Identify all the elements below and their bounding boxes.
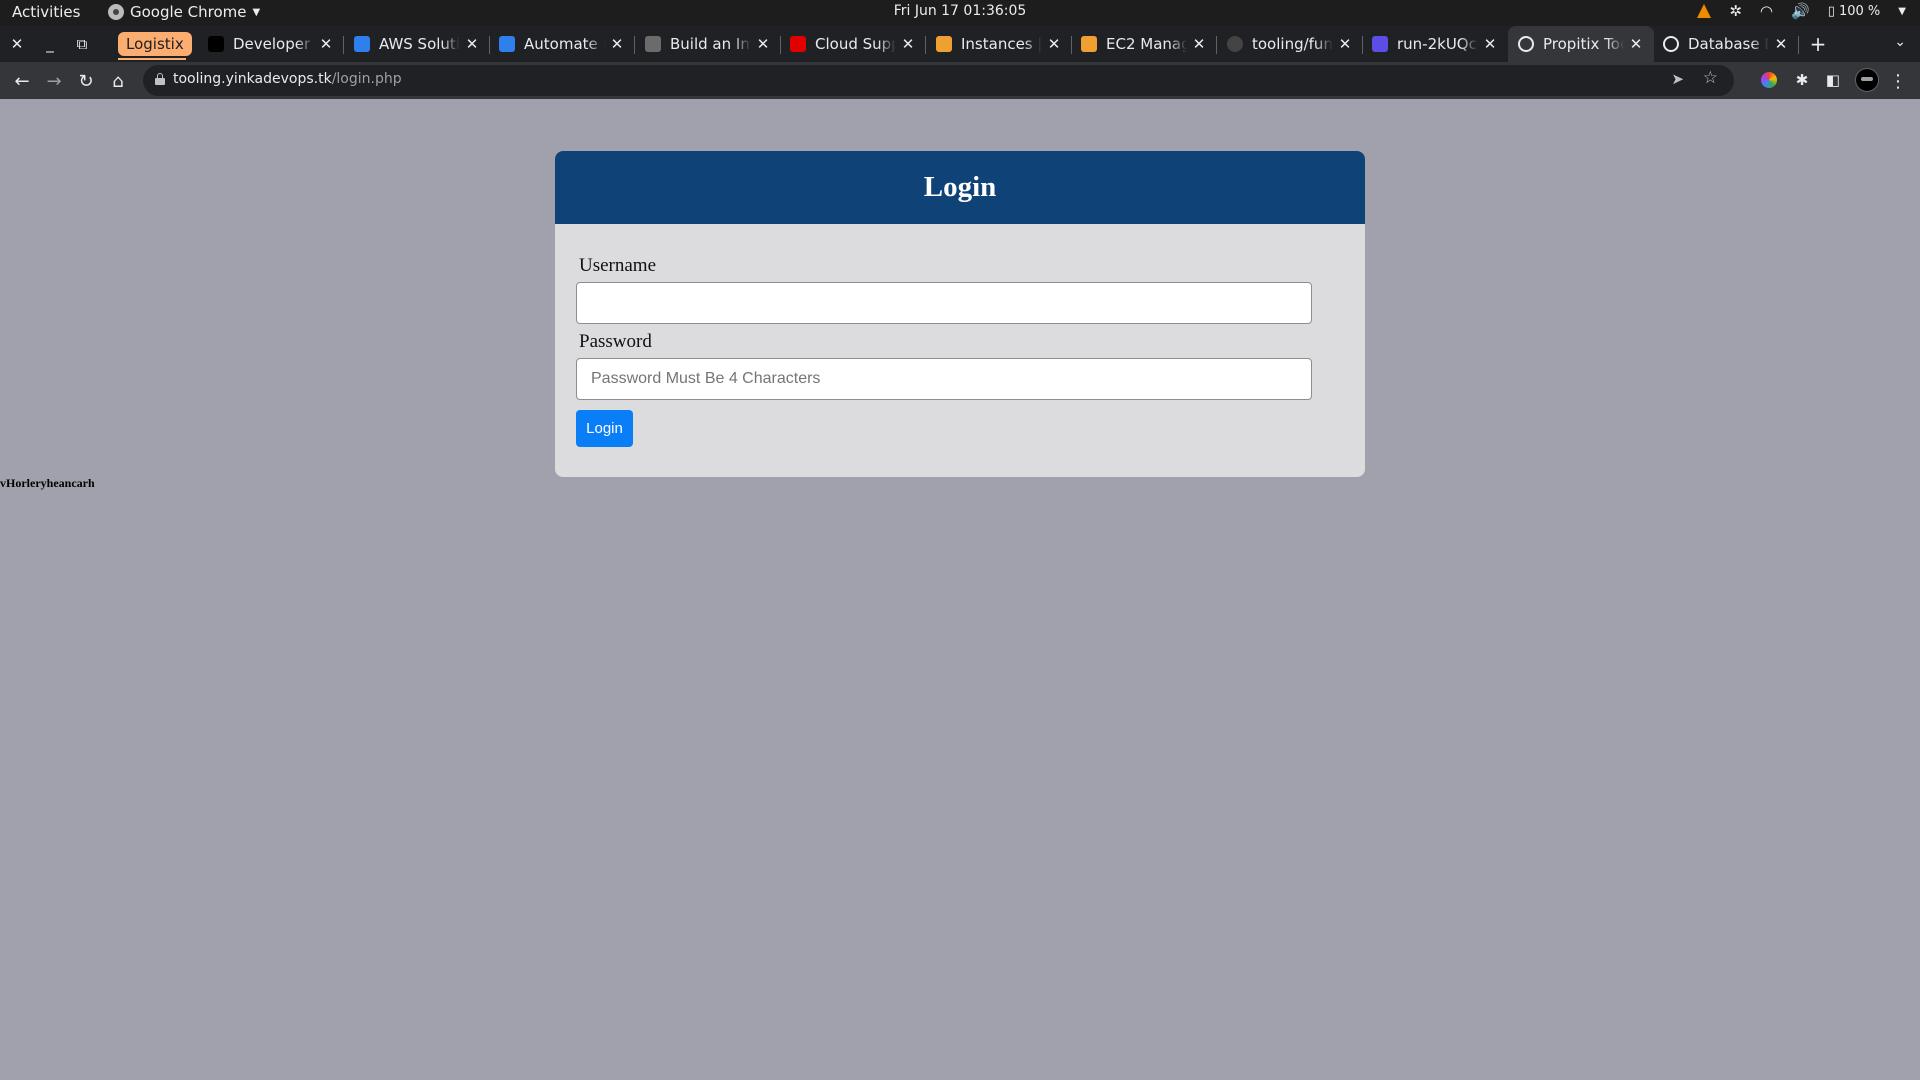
github-favicon-icon [1227, 36, 1243, 52]
home-icon[interactable]: ⌂ [105, 68, 131, 94]
side-panel-icon[interactable]: ◧ [1823, 70, 1843, 90]
minimize-window-icon[interactable]: _ [38, 32, 62, 56]
url-text[interactable]: tooling.yinkadevops.tk/login.php [173, 71, 402, 87]
forward-arrow-icon[interactable]: → [41, 68, 67, 94]
extensions-puzzle-icon[interactable]: ✱ [1792, 70, 1812, 90]
close-tab-icon[interactable]: ✕ [900, 35, 916, 53]
tab-title: EC2 Manage [1106, 35, 1187, 53]
menu-kebab-icon[interactable]: ⋮ [1888, 68, 1908, 94]
send-to-device-icon[interactable]: ➤ [1671, 70, 1684, 88]
close-tab-icon[interactable]: ✕ [609, 35, 625, 53]
close-tab-icon[interactable]: ✕ [755, 35, 771, 53]
username-input[interactable] [576, 282, 1312, 324]
tab-title: Instances | E [961, 35, 1042, 53]
chevron-down-icon[interactable]: ▼ [1898, 6, 1906, 17]
login-card-header: Login [555, 151, 1365, 224]
tab-title: run-2kUQcV [1397, 35, 1478, 53]
tab-title: Propitix Too [1543, 35, 1624, 53]
globe-favicon-icon [1663, 36, 1679, 52]
system-tray[interactable]: ✲ ◠ 🔊 ▯ 100 % ▼ [1697, 2, 1906, 20]
browser-tab[interactable]: run-2kUQcV✕ [1362, 26, 1508, 62]
tab-title: AWS Solutio [379, 35, 460, 53]
battery-icon: ▯ [1827, 3, 1835, 19]
browser-tab[interactable]: Instances | E✕ [926, 26, 1072, 62]
browser-tab[interactable]: Cloud Supp ✕ [780, 26, 926, 62]
close-tab-icon[interactable]: ✕ [1628, 35, 1644, 53]
browser-tab[interactable]: tooling/fun ✕ [1217, 26, 1363, 62]
bookmark-star-icon[interactable]: ☆ [1703, 68, 1718, 88]
browser-tab[interactable]: Build an Ima✕ [635, 26, 781, 62]
tab-title: Cloud Supp [815, 35, 896, 53]
address-bar[interactable]: tooling.yinkadevops.tk/login.php ➤ ☆ [143, 65, 1734, 96]
app-menu[interactable]: Google Chrome ▼ [108, 3, 260, 21]
restore-window-icon[interactable]: ⧉ [70, 32, 94, 56]
browser-tab[interactable]: Automate In✕ [489, 26, 635, 62]
aws-favicon-icon [354, 36, 370, 52]
url-path: /login.php [331, 71, 402, 87]
username-label: Username [579, 255, 657, 276]
close-tab-icon[interactable]: ✕ [1482, 35, 1498, 53]
close-window-icon[interactable]: ✕ [5, 32, 29, 56]
developer-favicon-icon [208, 36, 224, 52]
tab-search-chevron-icon[interactable]: ⌄ [1894, 34, 1906, 50]
close-tab-icon[interactable]: ✕ [1191, 35, 1207, 53]
tab-title: Build an Ima [670, 35, 751, 53]
login-title: Login [923, 171, 997, 203]
tab-title: Database Er [1688, 35, 1769, 53]
stray-page-text: vHorleryheancarh [0, 476, 95, 490]
login-card: Login Username Password Login [555, 151, 1365, 477]
browser-tab[interactable]: AWS Solutio✕ [344, 26, 490, 62]
chevron-down-icon: ▼ [252, 6, 261, 18]
tab-title: Developer F [233, 35, 314, 53]
wifi-icon[interactable]: ◠ [1760, 2, 1773, 20]
system-top-bar: Activities Google Chrome ▼ Fri Jun 17 01… [0, 0, 1920, 26]
tab-group-underline [118, 58, 186, 60]
profile-avatar[interactable] [1855, 68, 1879, 92]
close-tab-icon[interactable]: ✕ [318, 35, 334, 53]
automate-favicon-icon [499, 36, 515, 52]
build-favicon-icon [645, 36, 661, 52]
new-tab-button[interactable]: + [1806, 32, 1830, 56]
browser-tab[interactable]: Propitix Too ✕ [1508, 26, 1654, 62]
login-button[interactable]: Login [576, 410, 633, 447]
close-tab-icon[interactable]: ✕ [1046, 35, 1062, 53]
close-tab-icon[interactable]: ✕ [464, 35, 480, 53]
tab-strip: ✕ _ ⧉ Logistix Developer F✕AWS Solutio✕A… [0, 26, 1920, 62]
login-form: Username Password Login [555, 224, 1365, 477]
browser-toolbar: ← → ↻ ⌂ tooling.yinkadevops.tk/login.php… [0, 62, 1920, 99]
app-menu-label: Google Chrome [130, 3, 247, 21]
volume-icon[interactable]: 🔊 [1791, 2, 1810, 20]
color-extension-icon[interactable] [1761, 72, 1777, 88]
activities-button[interactable]: Activities [12, 3, 80, 21]
browser-tab[interactable]: Developer F✕ [198, 26, 344, 62]
ec2-favicon-icon [936, 36, 952, 52]
close-tab-icon[interactable]: ✕ [1337, 35, 1353, 53]
tab-separator [1798, 36, 1799, 54]
reload-icon[interactable]: ↻ [73, 68, 99, 94]
battery-status[interactable]: ▯ 100 % [1828, 4, 1881, 19]
browser-tab[interactable]: EC2 Manage✕ [1071, 26, 1217, 62]
browser-tab[interactable]: Database Er✕ [1653, 26, 1799, 62]
clock[interactable]: Fri Jun 17 01:36:05 [894, 3, 1027, 19]
url-host: tooling.yinkadevops.tk [173, 71, 332, 87]
terraform-favicon-icon [1372, 36, 1388, 52]
ec2-favicon-icon [1081, 36, 1097, 52]
tab-group-logistix[interactable]: Logistix [118, 32, 192, 56]
battery-percent: 100 % [1838, 3, 1881, 19]
tab-title: tooling/fun [1252, 35, 1333, 53]
vlc-icon[interactable] [1697, 4, 1712, 18]
tab-title: Automate In [524, 35, 605, 53]
back-arrow-icon[interactable]: ← [9, 68, 35, 94]
globe-favicon-icon [1518, 36, 1534, 52]
lock-icon[interactable] [155, 73, 165, 85]
redhat-favicon-icon [790, 36, 806, 52]
slack-icon[interactable]: ✲ [1729, 2, 1742, 20]
password-input[interactable] [576, 358, 1312, 400]
password-label: Password [579, 331, 652, 352]
chrome-icon [108, 4, 124, 20]
close-tab-icon[interactable]: ✕ [1773, 35, 1789, 53]
